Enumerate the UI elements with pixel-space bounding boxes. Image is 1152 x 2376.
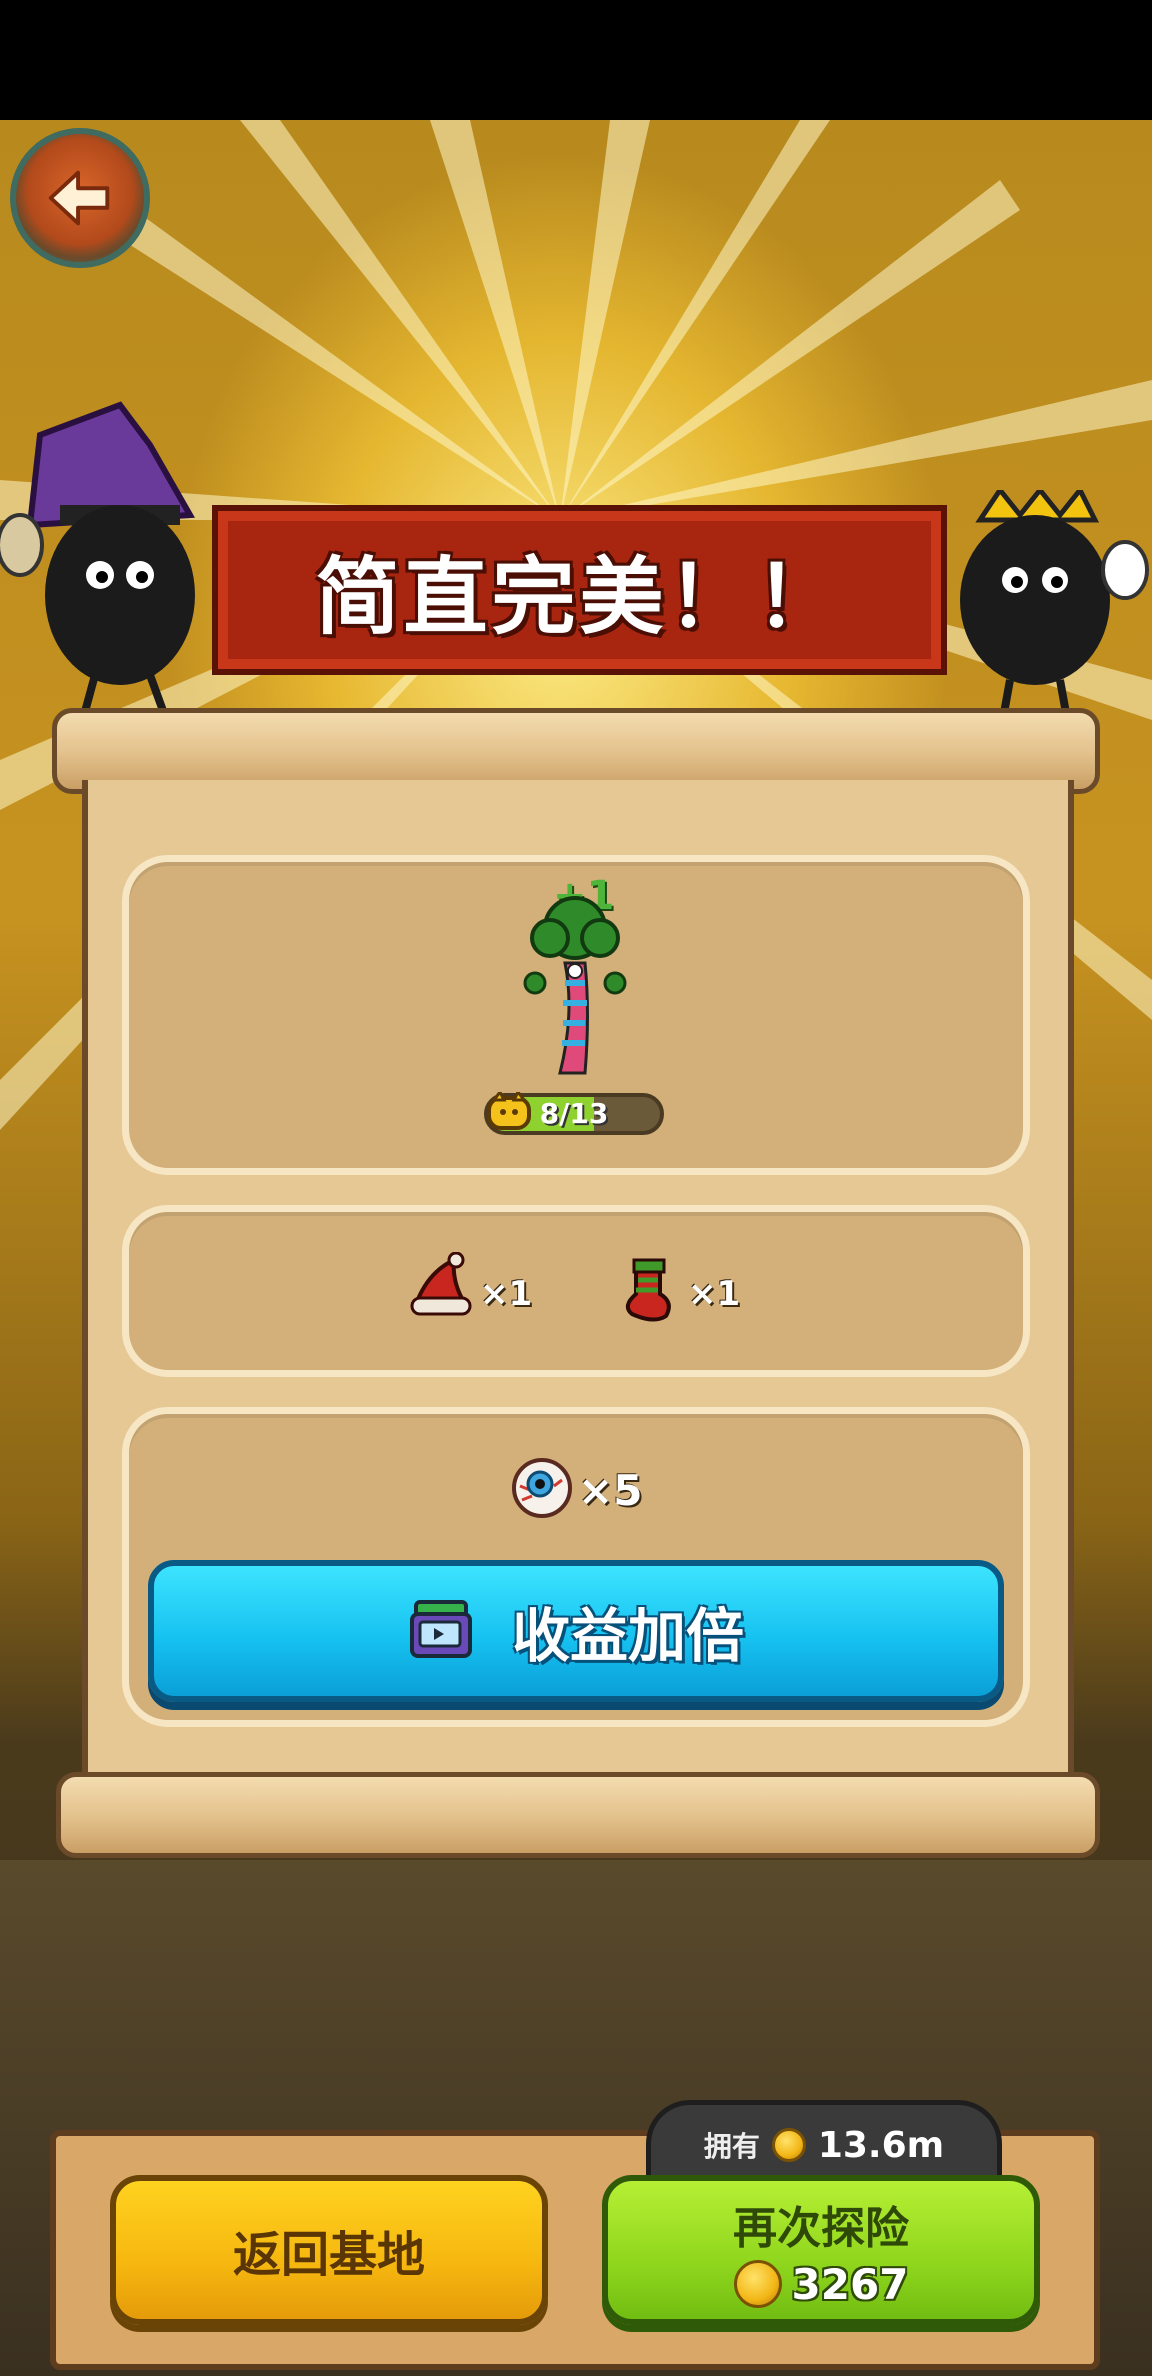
explore-again-button[interactable]: 再次探险 3267	[602, 2175, 1040, 2325]
back-button[interactable]	[10, 128, 150, 268]
arrow-left-icon	[48, 170, 110, 226]
scroll-bottom-rod	[56, 1772, 1100, 1858]
item-reward-panel	[122, 1205, 1030, 1377]
stocking-qty: ×1	[688, 1274, 741, 1314]
santa-hat-icon	[410, 1252, 472, 1316]
monster-badge-icon	[487, 1092, 531, 1130]
explore-again-label: 再次探险	[733, 2202, 909, 2254]
owned-label: 拥有	[703, 2130, 760, 2163]
return-base-label: 返回基地	[232, 2227, 425, 2283]
double-reward-label: 收益加倍	[511, 1602, 744, 1670]
witch-creature	[0, 401, 195, 732]
king-creature	[960, 490, 1149, 736]
santa-hat-qty: ×1	[480, 1274, 533, 1314]
result-title: 简直完美！！	[315, 547, 844, 646]
explore-cost: 3267	[733, 2259, 909, 2309]
result-banner: 简直完美！！	[212, 505, 947, 675]
broccoli-monster-icon	[523, 896, 627, 1075]
status-bar	[0, 0, 1152, 120]
coin-icon	[733, 2260, 782, 2308]
explore-cost-value: 3267	[791, 2259, 909, 2309]
tv-ad-icon	[409, 1600, 472, 1658]
return-base-button[interactable]: 返回基地	[110, 2175, 548, 2325]
double-reward-button[interactable]: 收益加倍	[148, 1560, 1004, 1702]
eyeball-icon	[512, 1458, 572, 1518]
coin-icon	[771, 2128, 806, 2162]
christmas-stocking-icon	[625, 1258, 671, 1322]
eyeball-qty: ×5	[578, 1466, 643, 1515]
owned-value: 13.6m	[817, 2124, 945, 2166]
